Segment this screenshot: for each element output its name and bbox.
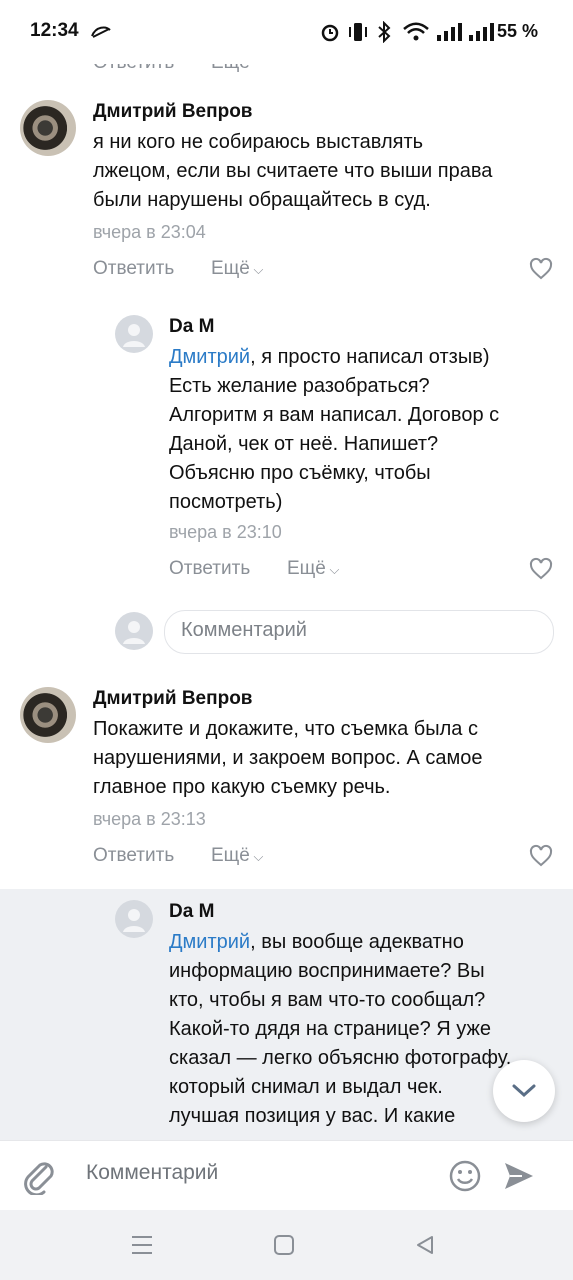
more-button[interactable]: Ещё ⌵ — [211, 845, 263, 867]
more-button[interactable]: Ещё — [211, 64, 250, 74]
mention-link[interactable]: Дмитрий — [169, 346, 250, 368]
scroll-down-button[interactable] — [493, 1060, 555, 1122]
signal-icon-2 — [469, 23, 494, 41]
user-icon — [123, 621, 145, 644]
comment-line: я ни кого не собираюсь выставлять — [93, 131, 424, 153]
chevron-down-icon — [512, 1084, 536, 1098]
comment-text: Дмитрий, я просто написал отзыв) Есть же… — [169, 343, 564, 517]
status-bar: 12:34 55 % — [0, 0, 573, 64]
comment: Дмитрий Вепров я ни кого не собираюсь вы… — [0, 90, 573, 290]
emoji-icon[interactable] — [448, 1159, 482, 1193]
mention-link[interactable]: Дмитрий — [169, 931, 250, 953]
alarm-icon — [321, 24, 339, 42]
comment-line: кто, чтобы я вам что-то сообщал? — [169, 989, 486, 1011]
wifi-icon — [403, 22, 429, 41]
like-icon[interactable] — [529, 557, 553, 581]
reply-input-placeholder: Комментарий — [181, 619, 307, 641]
top-partial-actions: Ответить Ещё — [0, 64, 573, 78]
home-icon[interactable] — [273, 1234, 295, 1256]
comment-line: лжецом, если вы считаете что выши права — [93, 160, 493, 182]
signal-icon — [437, 23, 462, 41]
chevron-down-icon: ⌵ — [249, 262, 264, 277]
comment-author[interactable]: Дмитрий Вепров — [93, 101, 252, 123]
avatar[interactable] — [20, 100, 76, 156]
comment-line-rest: , я просто написал отзыв) — [250, 346, 490, 368]
comment-author[interactable]: Da M — [169, 316, 214, 338]
comment-line: Есть желание разобраться? — [169, 375, 430, 397]
like-icon[interactable] — [529, 844, 553, 868]
reply-button[interactable]: Ответить — [93, 258, 174, 280]
highlighted-comment: Da M Дмитрий, вы вообще адекватно информ… — [0, 889, 573, 1141]
comment-line: были нарушены обращайтесь в суд. — [93, 189, 431, 211]
comment-line: информацию воспринимаете? Вы — [169, 960, 485, 982]
user-icon — [123, 324, 145, 347]
avatar[interactable] — [20, 687, 76, 743]
more-button[interactable]: Ещё ⌵ — [211, 258, 263, 280]
comment-line: Объясню про съёмку, чтобы — [169, 462, 431, 484]
bluetooth-icon — [378, 21, 391, 43]
user-icon — [123, 909, 145, 932]
comment: Дмитрий Вепров Покажите и докажите, что … — [0, 677, 573, 877]
comment-composer: Комментарий — [0, 1140, 573, 1211]
avatar[interactable] — [115, 315, 153, 353]
battery-percent: 55 % — [497, 21, 539, 41]
system-nav-bar — [0, 1210, 573, 1280]
chevron-down-icon: ⌵ — [249, 849, 264, 864]
status-time: 12:34 — [30, 20, 79, 41]
comment-time: вчера в 23:04 — [93, 222, 206, 242]
attach-icon[interactable] — [22, 1157, 56, 1195]
chevron-down-icon: ⌵ — [325, 562, 340, 577]
reply-button[interactable]: Ответить — [169, 558, 250, 580]
comment-line: главное про какую съемку речь. — [93, 776, 391, 798]
more-label: Ещё — [287, 558, 326, 579]
comment-reply: Da M Дмитрий, я просто написал отзыв) Ес… — [0, 305, 573, 595]
more-button[interactable]: Ещё ⌵ — [287, 558, 339, 580]
reply-button[interactable]: Ответить — [93, 64, 174, 74]
like-icon[interactable] — [529, 257, 553, 281]
comment-text: я ни кого не собираюсь выставлять лжецом… — [93, 128, 553, 215]
comment-line: Алгоритм я вам написал. Договор с — [169, 404, 500, 426]
comment-time: вчера в 23:10 — [169, 522, 282, 542]
back-icon[interactable] — [414, 1234, 436, 1256]
comment-line: Какой-то дядя на странице? Я уже — [169, 1018, 491, 1040]
recents-icon[interactable] — [130, 1234, 154, 1256]
more-label: Ещё — [211, 845, 250, 866]
comment-line: Покажите и докажите, что съемка была с — [93, 718, 478, 740]
comment-line-rest: , вы вообще адекватно — [250, 931, 464, 953]
comment-time: вчера в 23:13 — [93, 809, 206, 829]
more-label: Ещё — [211, 258, 250, 279]
comment-line: посмотреть) — [169, 491, 283, 513]
reply-button[interactable]: Ответить — [93, 845, 174, 867]
vibrate-icon — [349, 23, 367, 41]
comment-author[interactable]: Da M — [169, 901, 214, 923]
avatar[interactable] — [115, 900, 153, 938]
my-avatar — [115, 612, 153, 650]
dnd-icon — [91, 26, 111, 38]
comment-line: нарушениями, и закроем вопрос. А самое — [93, 747, 483, 769]
comment-line: Даной, чек от неё. Напишет? — [169, 433, 439, 455]
comment-line: Дмитрий, вы вообще адекватно — [169, 928, 564, 957]
comment-author[interactable]: Дмитрий Вепров — [93, 688, 252, 710]
comment-input[interactable]: Комментарий — [86, 1161, 218, 1185]
send-icon[interactable] — [502, 1159, 536, 1193]
comment-text: Покажите и докажите, что съемка была с н… — [93, 715, 553, 802]
comment-line: Дмитрий, я просто написал отзыв) — [169, 343, 564, 372]
